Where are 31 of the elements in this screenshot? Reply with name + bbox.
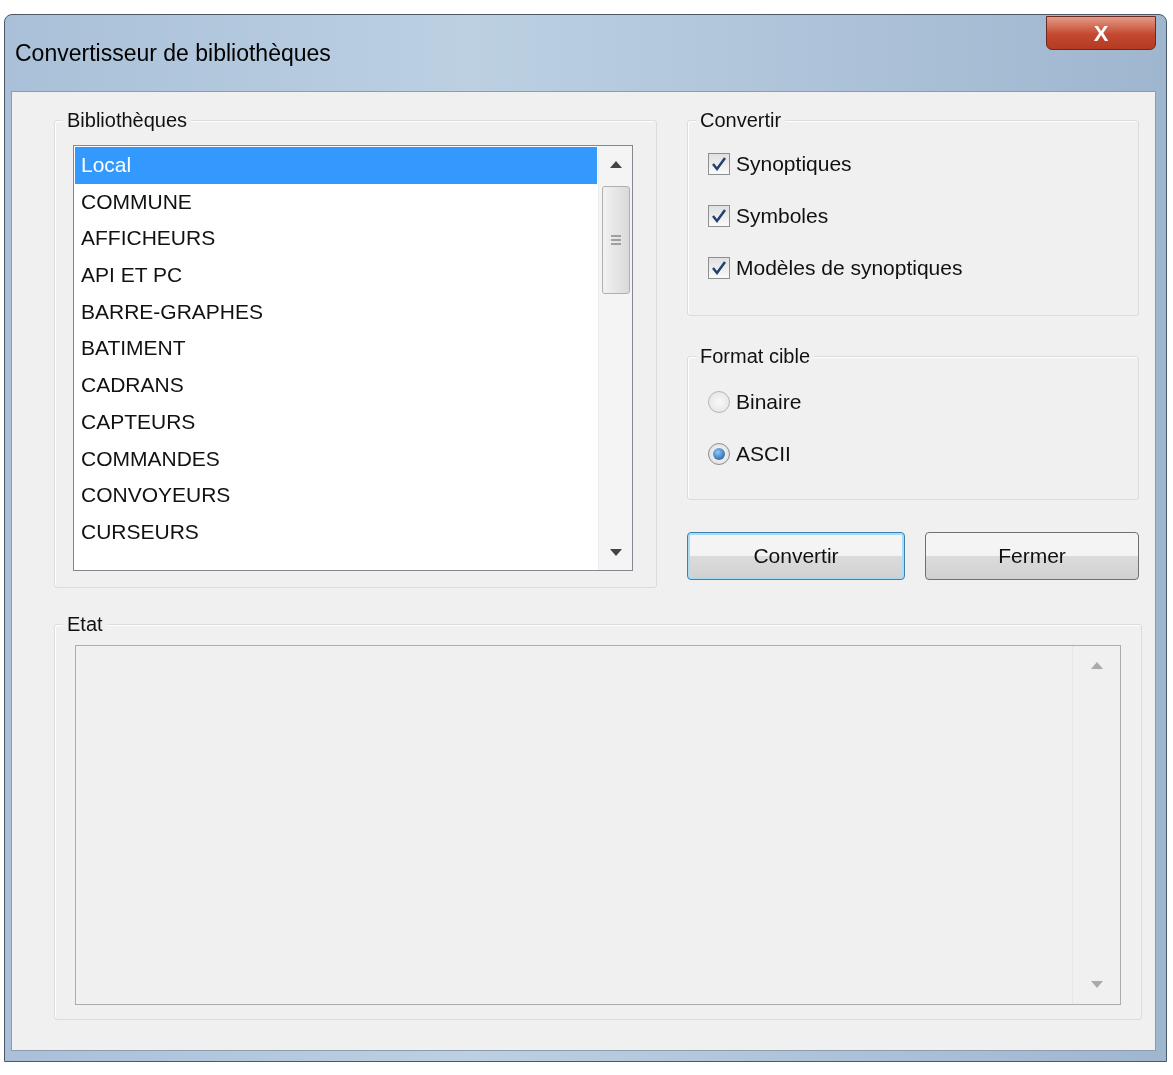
checkbox[interactable] — [708, 257, 730, 279]
radio-label[interactable]: Binaire — [736, 386, 802, 418]
scroll-up-icon — [1090, 662, 1103, 669]
radio-button[interactable] — [708, 443, 730, 465]
scroll-down-icon — [1090, 981, 1103, 988]
list-item[interactable]: CAPTEURS — [75, 403, 597, 441]
scroll-down-icon[interactable] — [609, 548, 622, 556]
list-item[interactable]: CONVOYEURS — [75, 477, 597, 514]
close-button[interactable]: X — [1046, 16, 1156, 50]
scroll-up-icon[interactable] — [609, 160, 622, 168]
scrollbar[interactable] — [598, 146, 632, 570]
radio-button[interactable] — [708, 391, 730, 413]
checkbox-label[interactable]: Symboles — [736, 200, 829, 232]
checkbox-label[interactable]: Modèles de synoptiques — [736, 252, 963, 284]
grip-icon — [610, 234, 621, 246]
checkbox[interactable] — [708, 153, 730, 175]
list-item[interactable]: API ET PC — [75, 257, 597, 294]
scroll-thumb[interactable] — [601, 186, 630, 294]
list-item[interactable]: BATIMENT — [75, 330, 597, 368]
convert-button[interactable]: Convertir — [687, 532, 905, 580]
list-item[interactable]: COMMUNE — [75, 183, 597, 221]
checkbox-label[interactable]: Synoptiques — [736, 148, 852, 180]
list-item[interactable]: BARRE-GRAPHES — [75, 293, 597, 331]
list-item[interactable]: CURSEURS — [75, 513, 597, 551]
radio-label[interactable]: ASCII — [736, 438, 791, 470]
list-item[interactable]: CADRANS — [75, 367, 597, 404]
checkbox[interactable] — [708, 205, 730, 227]
close-dialog-button[interactable]: Fermer — [925, 532, 1139, 580]
list-item[interactable]: AFFICHEURS — [75, 220, 597, 258]
window-title: Convertisseur de bibliothèques — [14, 38, 331, 68]
list-item[interactable]: COMMANDES — [75, 440, 597, 478]
